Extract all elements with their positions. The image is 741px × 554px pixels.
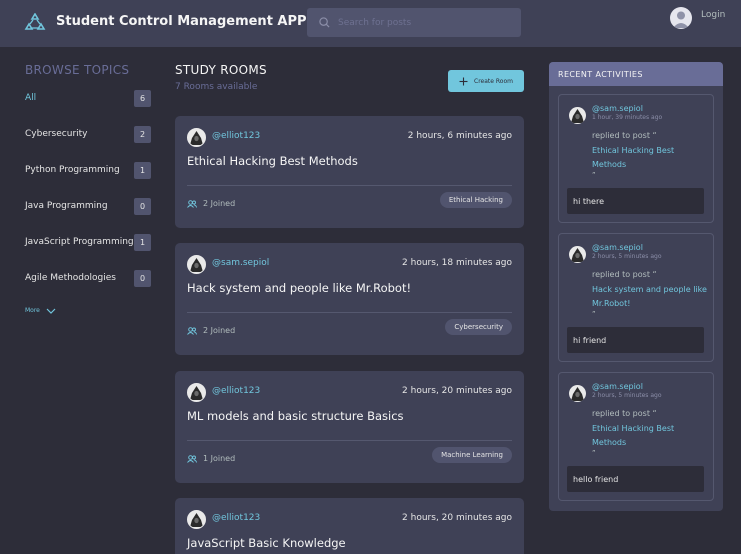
- logo-icon[interactable]: [24, 13, 46, 33]
- topic-all[interactable]: All 6: [25, 89, 151, 107]
- more-topics-button[interactable]: More: [25, 307, 56, 314]
- activity-action: replied to post “: [592, 409, 657, 418]
- room-card[interactable]: @elliot123 2 hours, 6 minutes ago Ethica…: [175, 116, 524, 228]
- activity-post-link[interactable]: Ethical Hacking Best Methods: [592, 422, 708, 449]
- create-room-label: Create Room: [474, 77, 513, 85]
- room-host-username[interactable]: @elliot123: [212, 513, 260, 523]
- room-card[interactable]: @elliot123 2 hours, 20 minutes ago ML mo…: [175, 371, 524, 483]
- search-bar[interactable]: [307, 8, 521, 37]
- topic-count-badge: 6: [134, 89, 151, 107]
- user-avatar-icon[interactable]: [670, 7, 692, 29]
- topic-count-badge: 1: [134, 233, 151, 251]
- topic-count-badge: 0: [134, 197, 151, 215]
- room-created-time: 2 hours, 20 minutes ago: [402, 386, 512, 396]
- joined-count: 2 Joined: [203, 326, 236, 335]
- room-host-username[interactable]: @elliot123: [212, 386, 260, 396]
- divider: [187, 440, 512, 441]
- users-icon: [187, 326, 197, 335]
- room-participants: 2 Joined: [187, 326, 235, 335]
- topic-python-programming[interactable]: Python Programming 1: [25, 161, 151, 179]
- top-navbar: Student Control Management APP Login: [0, 0, 741, 47]
- topic-count-badge: 1: [134, 161, 151, 179]
- room-topic-tag[interactable]: Cybersecurity: [445, 319, 512, 335]
- room-created-time: 2 hours, 18 minutes ago: [402, 258, 512, 268]
- activity-item: @sam.sepiol 1 hour, 39 minutes ago repli…: [558, 94, 714, 223]
- room-created-time: 2 hours, 6 minutes ago: [407, 131, 512, 141]
- chevron-down-icon: [46, 308, 56, 314]
- room-title[interactable]: Ethical Hacking Best Methods: [187, 154, 358, 168]
- app-title[interactable]: Student Control Management APP: [56, 14, 307, 29]
- quote-close: ”: [592, 310, 596, 318]
- search-icon: [319, 17, 330, 28]
- room-participants: 2 Joined: [187, 199, 235, 208]
- room-topic-tag[interactable]: Machine Learning: [432, 447, 512, 463]
- plus-icon: [459, 77, 468, 85]
- quote-close: ”: [592, 171, 596, 179]
- study-rooms-heading: STUDY ROOMS: [175, 63, 267, 77]
- topic-label: Cybersecurity: [25, 129, 88, 139]
- activity-time: 2 hours, 5 minutes ago: [592, 253, 662, 260]
- room-title[interactable]: ML models and basic structure Basics: [187, 409, 404, 423]
- topic-label: Agile Methodologies: [25, 273, 116, 283]
- divider: [187, 185, 512, 186]
- browse-topics-heading: BROWSE TOPICS: [25, 63, 130, 77]
- divider: [187, 312, 512, 313]
- hacker-avatar-icon[interactable]: [569, 385, 586, 402]
- quote-close: ”: [592, 449, 596, 457]
- activity-username[interactable]: @sam.sepiol: [592, 104, 643, 113]
- hacker-avatar-icon[interactable]: [569, 107, 586, 124]
- recent-activities-heading: RECENT ACTIVITIES: [549, 62, 723, 86]
- hacker-avatar-icon[interactable]: [187, 510, 206, 529]
- topic-label: JavaScript Programming: [25, 237, 134, 247]
- room-host-username[interactable]: @sam.sepiol: [212, 258, 269, 268]
- topic-java-programming[interactable]: Java Programming 0: [25, 197, 151, 215]
- activity-time: 2 hours, 5 minutes ago: [592, 392, 662, 399]
- topic-label: Java Programming: [25, 201, 108, 211]
- topic-javascript-programming[interactable]: JavaScript Programming 1: [25, 233, 151, 251]
- activity-action: replied to post “: [592, 131, 657, 140]
- hacker-avatar-icon[interactable]: [187, 383, 206, 402]
- room-host-username[interactable]: @elliot123: [212, 131, 260, 141]
- room-topic-tag[interactable]: Ethical Hacking: [439, 192, 512, 208]
- topic-cybersecurity[interactable]: Cybersecurity 2: [25, 125, 151, 143]
- topic-label: All: [25, 93, 37, 103]
- joined-count: 1 Joined: [203, 454, 236, 463]
- create-room-button[interactable]: Create Room: [448, 70, 524, 92]
- room-created-time: 2 hours, 20 minutes ago: [402, 513, 512, 523]
- activity-post-link[interactable]: Hack system and people like Mr.Robot!: [592, 283, 708, 310]
- activity-post-link[interactable]: Ethical Hacking Best Methods: [592, 144, 708, 171]
- activity-username[interactable]: @sam.sepiol: [592, 243, 643, 252]
- more-label: More: [25, 307, 40, 314]
- room-title[interactable]: JavaScript Basic Knowledge: [187, 536, 346, 550]
- topic-count-badge: 2: [134, 125, 151, 143]
- room-card[interactable]: @sam.sepiol 2 hours, 18 minutes ago Hack…: [175, 243, 524, 355]
- search-input[interactable]: [338, 17, 508, 28]
- users-icon: [187, 199, 197, 208]
- activity-item: @sam.sepiol 2 hours, 5 minutes ago repli…: [558, 233, 714, 362]
- room-title[interactable]: Hack system and people like Mr.Robot!: [187, 281, 411, 295]
- users-icon: [187, 454, 197, 463]
- activity-message: hello friend: [567, 466, 704, 492]
- room-card[interactable]: @elliot123 2 hours, 20 minutes ago JavaS…: [175, 498, 524, 554]
- topic-agile-methodologies[interactable]: Agile Methodologies 0: [25, 269, 151, 287]
- room-participants: 1 Joined: [187, 454, 235, 463]
- activity-username[interactable]: @sam.sepiol: [592, 382, 643, 391]
- rooms-available-count: 7 Rooms available: [175, 82, 258, 92]
- topic-count-badge: 0: [134, 269, 151, 287]
- login-link[interactable]: Login: [701, 10, 725, 20]
- activity-message: hi there: [567, 188, 704, 214]
- activity-time: 1 hour, 39 minutes ago: [592, 114, 663, 121]
- hacker-avatar-icon[interactable]: [187, 255, 206, 274]
- activity-action: replied to post “: [592, 270, 657, 279]
- hacker-avatar-icon[interactable]: [569, 246, 586, 263]
- topic-label: Python Programming: [25, 165, 120, 175]
- hacker-avatar-icon[interactable]: [187, 128, 206, 147]
- joined-count: 2 Joined: [203, 199, 236, 208]
- activity-item: @sam.sepiol 2 hours, 5 minutes ago repli…: [558, 372, 714, 501]
- activity-message: hi friend: [567, 327, 704, 353]
